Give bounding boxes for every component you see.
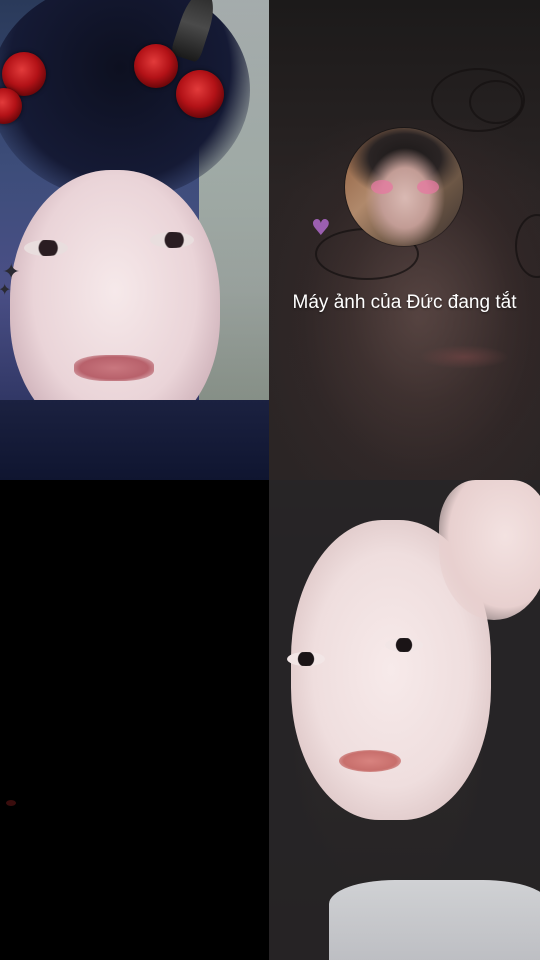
right-eye	[385, 638, 423, 652]
rose-filter	[176, 70, 224, 118]
blush-sticker	[371, 180, 393, 194]
left-eye	[287, 652, 325, 666]
shirt	[0, 400, 269, 480]
participant-video-1[interactable]: ✦ ✦	[0, 0, 269, 480]
hand	[439, 480, 540, 620]
cartoon-doodle	[469, 80, 523, 124]
blush-sticker	[417, 180, 439, 194]
dim-artifact	[6, 800, 16, 806]
sparkle-sticker-icon: ✦	[0, 280, 12, 299]
heart-sticker-icon: ♥	[311, 216, 331, 241]
participant-video-3[interactable]	[0, 480, 269, 960]
blurred-lips	[419, 345, 509, 369]
mouth	[74, 355, 154, 381]
participant-video-4[interactable]	[269, 480, 540, 960]
shirt-collar	[329, 880, 540, 960]
avatar	[345, 128, 463, 246]
lips	[339, 750, 401, 772]
right-eye	[150, 232, 194, 248]
video-call-grid: ✦ ✦ ♥ Máy ảnh của Đức đang tắt	[0, 0, 540, 960]
rose-filter	[134, 44, 178, 88]
left-eye	[24, 240, 68, 256]
camera-off-status: Máy ảnh của Đức đang tắt	[292, 292, 517, 313]
participant-video-2[interactable]: ♥ Máy ảnh của Đức đang tắt	[269, 0, 540, 480]
